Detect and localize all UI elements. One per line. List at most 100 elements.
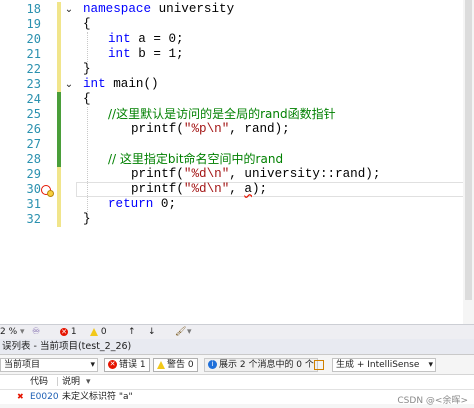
filter-icon [314,359,324,370]
code-line-25[interactable]: //这里默认是访问的是全局的rand函数指针 [108,107,336,123]
info-icon: i [208,360,217,369]
code-line-20[interactable]: int a = 0; [108,32,184,47]
code-line-31[interactable]: return 0; [108,197,176,212]
keyword: return [108,197,154,211]
chevron-down-icon: ▾ [428,360,433,370]
brush-dropdown-icon[interactable]: ▾ [187,326,192,338]
brace: } [83,62,91,76]
line-number: 25 [26,107,41,121]
error-icon: ✕ [108,360,117,369]
scope-dropdown[interactable]: 当前项目 ▾ [0,358,98,372]
error-list-toolbar: 当前项目 ▾ ✕ 错误 1 警告 0 i 展示 2 个消息中的 0 个 生成 + In… [0,356,474,375]
code-line-18[interactable]: namespace university [83,2,234,17]
editor-gutter: 18 19 20 21 22 23 24 25 26 27 28 29 30 3… [0,0,76,326]
code-line-22[interactable]: } [83,62,91,77]
quick-action-icon[interactable] [47,190,54,197]
code-line-32[interactable]: } [83,212,91,227]
source-value: 生成 + IntelliSense [336,360,420,370]
warning-icon [90,327,98,336]
column-divider: | [56,377,60,387]
code-line-24[interactable]: { [83,92,91,107]
warnings-filter-button[interactable]: 警告 0 [153,358,198,372]
line-number: 21 [26,47,41,61]
line-number: 29 [26,167,41,181]
code-line-19[interactable]: { [83,17,91,32]
error-description: 未定义标识符 "a" [62,392,133,402]
code-line-23[interactable]: int main() [83,77,159,92]
line-number: 30 [26,182,41,196]
column-header-code[interactable]: 代码 [30,375,48,389]
brace: { [83,92,91,106]
code-line-21[interactable]: int b = 1; [108,47,184,62]
column-header-description[interactable]: 说明 [62,375,80,389]
messages-filter-button[interactable]: i 展示 2 个消息中的 0 个 [204,358,318,372]
code-text: , university::rand); [229,167,381,181]
keyword: int [83,77,106,91]
error-icon: ✖ [17,392,24,401]
line-number: 19 [26,17,41,31]
line-number: 28 [26,152,41,166]
line-number: 27 [26,137,41,151]
brace: { [83,17,91,31]
error-squiggle-identifier[interactable]: a [244,182,252,196]
line-number: 26 [26,122,41,136]
zoom-level[interactable]: 2 % [0,326,17,338]
code-text: 0; [153,197,177,211]
keyword: namespace [83,2,152,16]
line-number: 20 [26,32,41,46]
error-code[interactable]: E0020 [30,390,59,404]
code-text: a = 0; [130,32,184,46]
code-line-28[interactable]: // 这里指定bit命名空间中的rand [108,152,283,168]
code-comment: //这里默认是访问的是全局的rand函数指针 [108,107,336,121]
source-dropdown[interactable]: 生成 + IntelliSense ▾ [332,358,436,372]
changed-lines-marker [57,77,61,92]
code-text: b = 1; [130,47,184,61]
code-comment: // 这里指定bit命名空间中的rand [108,152,284,166]
brace: } [83,212,91,226]
watermark: CSDN @<余晖> [397,396,468,406]
scope-value: 当前项目 [4,360,41,370]
line-number: 22 [26,62,41,76]
code-text: printf( [131,182,184,196]
zoom-dropdown-icon[interactable]: ▾ [20,326,25,338]
fold-toggle-icon[interactable]: ⌄ [63,4,75,16]
code-text: printf( [131,167,184,181]
previous-issue-button[interactable]: ↑ [128,326,136,338]
error-list-header: 代码 | 说明 ▾ [0,375,474,390]
messages-filter-label: 展示 2 个消息中的 0 个 [219,360,314,370]
warning-count[interactable]: 0 [90,326,107,338]
code-line-26[interactable]: printf("%p\n", rand); [131,122,290,137]
editor-status-bar: 2 % ▾ ♾ ✕ 1 0 ↑ ↓ 🖌 ▾ [0,324,474,339]
brush-icon[interactable]: 🖌 [175,326,186,338]
code-text: university [151,2,235,16]
warning-count-value: 0 [100,327,107,337]
scrollbar-thumb[interactable] [465,0,472,300]
sort-dropdown-icon[interactable]: ▾ [86,375,91,389]
errors-filter-button[interactable]: ✕ 错误 1 [104,358,150,372]
code-line-29[interactable]: printf("%d\n", university::rand); [131,167,380,182]
line-number: 24 [26,92,41,106]
saved-lines-marker [57,92,61,167]
code-line-30[interactable]: printf("%d\n", a); [131,182,267,197]
code-text: main() [105,77,159,91]
changed-lines-marker [57,167,61,227]
warning-icon [157,360,165,369]
error-icon: ✕ [60,327,68,336]
fold-toggle-icon[interactable]: ⌄ [63,79,75,91]
chevron-down-icon: ▾ [90,360,95,370]
next-issue-button[interactable]: ↓ [148,326,156,338]
filter-toggle-button[interactable] [314,358,324,372]
code-text: , rand); [229,122,290,136]
line-number: 18 [26,2,41,16]
error-count[interactable]: ✕ 1 [60,326,77,338]
error-count-value: 1 [70,327,77,337]
code-text: , [229,182,245,196]
line-number: 32 [26,212,41,226]
string-literal: "%d\n" [183,182,230,196]
string-literal: "%p\n" [183,122,230,136]
code-editor[interactable]: 18 19 20 21 22 23 24 25 26 27 28 29 30 3… [0,0,474,326]
changed-lines-marker [57,2,61,77]
line-number: 31 [26,197,41,211]
errors-filter-label: 错误 1 [119,360,146,370]
health-indicator-icon[interactable]: ♾ [32,326,40,338]
